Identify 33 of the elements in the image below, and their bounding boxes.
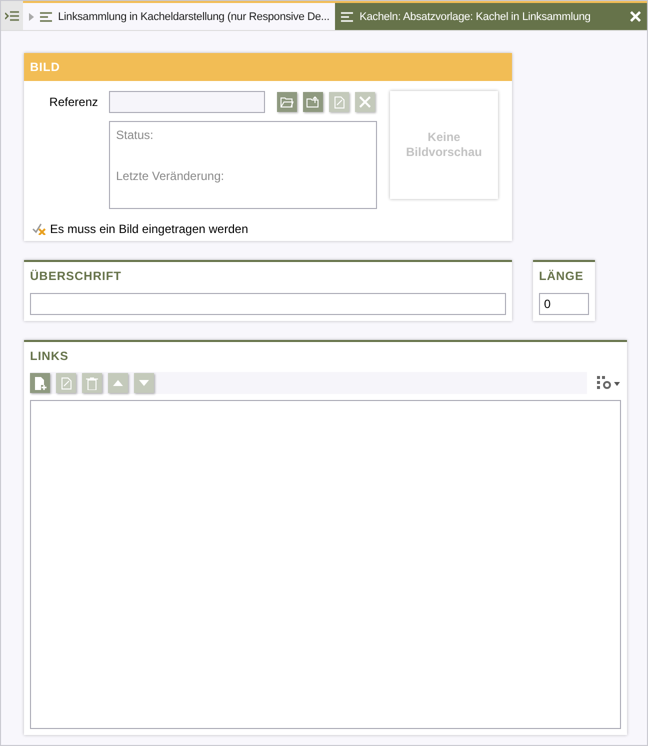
field-label: Referenz <box>48 95 98 109</box>
last-change-label: Letzte Veränderung: <box>116 169 226 183</box>
close-icon[interactable] <box>630 11 641 22</box>
reference-field[interactable] <box>109 91 265 113</box>
tab[interactable]: Kacheln: Absatzvorlage: Kachel in Linksammlung <box>335 1 647 30</box>
status-label: Status: <box>116 128 154 142</box>
text-lines-icon <box>40 12 52 22</box>
document-edit-icon <box>60 376 72 390</box>
document-edit-icon <box>333 96 345 108</box>
up-triangle-icon <box>113 380 123 386</box>
expand-arrow-icon <box>29 12 34 20</box>
text-lines-icon <box>341 12 354 22</box>
settings-dropdown-icon[interactable] <box>597 376 621 390</box>
tab[interactable]: Linksammlung in Kacheldarstellung (nur Responsive De... <box>23 1 336 30</box>
close-icon <box>359 96 371 108</box>
add-button[interactable] <box>30 373 50 393</box>
menu-icon[interactable] <box>1 1 23 30</box>
warning-x-icon <box>32 223 46 235</box>
panel-title: LÄNGE <box>538 268 584 285</box>
folder-upload-icon <box>306 96 320 108</box>
upload-button[interactable] <box>303 92 323 112</box>
folder-icon <box>280 96 294 108</box>
panel-title: LINKS <box>29 348 70 365</box>
down-triangle-icon <box>139 380 149 386</box>
warning-message: Es muss ein Bild eingetragen werden <box>50 222 248 236</box>
panel-title: BILD <box>24 53 512 81</box>
panel-title: ÜBERSCHRIFT <box>29 268 122 285</box>
heading-field[interactable] <box>30 293 506 315</box>
open-button[interactable] <box>277 92 297 112</box>
length-field[interactable]: 0 <box>539 293 589 315</box>
image-preview: Keine Bildvorschau <box>390 91 498 199</box>
trash-icon <box>86 376 98 390</box>
add-document-icon <box>34 376 46 390</box>
